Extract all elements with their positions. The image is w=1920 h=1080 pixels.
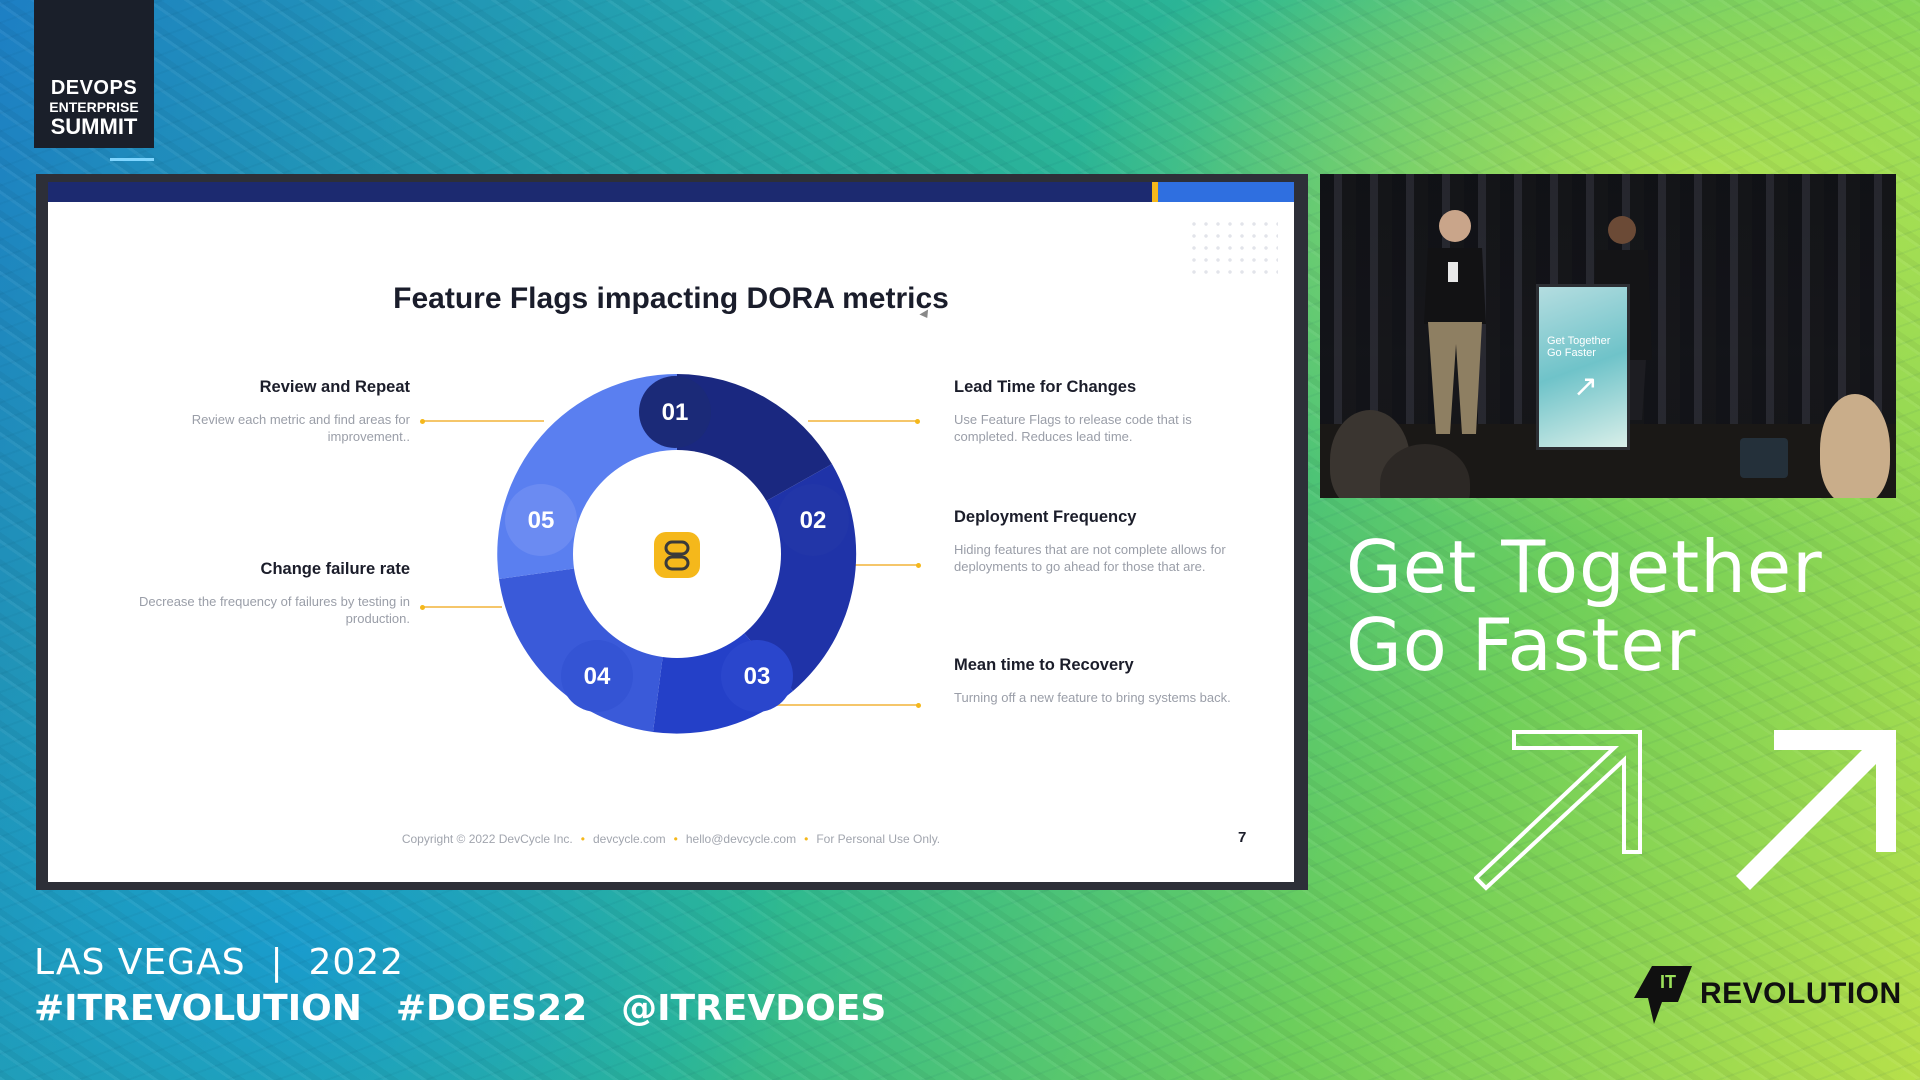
logo-line-1: DEVOPS bbox=[50, 77, 138, 99]
slide-top-accent-blue bbox=[1158, 182, 1294, 202]
event-info: LAS VEGAS | 2022 #ITREVOLUTION #DOES22 @IT… bbox=[34, 940, 920, 1032]
podium-arrow-icon: ↗ bbox=[1573, 369, 1599, 404]
segment-label-05: 05 bbox=[528, 507, 555, 534]
handle-itrevdoes: @ITREVDOES bbox=[621, 988, 887, 1029]
metric-title: Lead Time for Changes bbox=[954, 378, 1137, 396]
outline-arrow-icon bbox=[1474, 730, 1642, 891]
metric-lead-time-for-changes: Lead Time for Changes Use Feature Flags … bbox=[954, 378, 1234, 445]
footer-copyright: Copyright © 2022 DevCycle Inc. bbox=[401, 832, 573, 846]
footer-note: For Personal Use Only. bbox=[816, 832, 941, 846]
segment-label-01: 01 bbox=[662, 399, 689, 426]
event-hashtags: #ITREVOLUTION #DOES22 @ITREVDOES bbox=[34, 986, 920, 1032]
it-revolution-mark-icon: IT bbox=[1634, 966, 1692, 1024]
metric-deployment-frequency: Deployment Frequency Hiding features tha… bbox=[954, 508, 1234, 575]
slide-footer: Copyright © 2022 DevCycle Inc. • devcycle.… bbox=[401, 832, 941, 846]
event-location-year: LAS VEGAS | 2022 bbox=[34, 942, 405, 983]
metric-description: Hiding features that are not complete al… bbox=[954, 542, 1226, 574]
podium-line-2: Go Faster bbox=[1547, 347, 1596, 359]
slide-frame: Feature Flags impacting DORA metrics Rev… bbox=[36, 174, 1308, 890]
logo-underline bbox=[110, 158, 154, 161]
speaker-1 bbox=[1424, 210, 1486, 434]
metric-title: Change failure rate bbox=[260, 560, 410, 578]
podium: Get Together Go Faster ↗ bbox=[1536, 284, 1630, 450]
slide-top-bar bbox=[48, 182, 1294, 202]
dot-pattern bbox=[1188, 218, 1278, 278]
segment-label-03: 03 bbox=[744, 663, 771, 690]
presentation-slide: Feature Flags impacting DORA metrics Rev… bbox=[48, 182, 1294, 882]
footer-email: hello@devcycle.com bbox=[685, 832, 797, 846]
segment-label-02: 02 bbox=[800, 507, 827, 534]
devops-enterprise-summit-logo: DEVOPS ENTERPRISE SUMMIT bbox=[34, 0, 154, 148]
segment-label-04: 04 bbox=[584, 663, 611, 690]
podium-sign-text: Get Together Go Faster bbox=[1547, 335, 1610, 359]
laptop bbox=[1740, 438, 1788, 478]
slide-page-number: 7 bbox=[1238, 829, 1247, 846]
metric-description: Review each metric and find areas for im… bbox=[191, 412, 410, 444]
metric-title: Deployment Frequency bbox=[954, 508, 1137, 526]
event-tagline: Get Together Go Faster bbox=[1346, 528, 1823, 684]
podium-line-1: Get Together bbox=[1547, 335, 1611, 347]
hashtag-does22: #DOES22 bbox=[395, 988, 588, 1029]
metric-mean-time-to-recovery: Mean time to Recovery Turning off a new … bbox=[954, 656, 1234, 706]
metric-change-failure-rate: Change failure rate Decrease the frequen… bbox=[130, 560, 410, 627]
metric-title: Review and Repeat bbox=[259, 378, 410, 396]
hashtag-itrevolution: #ITREVOLUTION bbox=[34, 988, 362, 1029]
metric-description: Decrease the frequency of failures by te… bbox=[139, 594, 410, 626]
solid-arrow-icon bbox=[1736, 730, 1896, 890]
logo-line-3: SUMMIT bbox=[50, 114, 138, 139]
audience-member bbox=[1820, 394, 1890, 498]
slide-title: Feature Flags impacting DORA metrics bbox=[393, 282, 949, 315]
dora-donut-diagram: 01 02 03 04 05 bbox=[497, 374, 857, 734]
footer-site: devcycle.com bbox=[592, 832, 666, 846]
it-mark-text: IT bbox=[1660, 972, 1676, 992]
logo-line-2: ENTERPRISE bbox=[49, 99, 139, 115]
speaker-camera-feed: Get Together Go Faster ↗ bbox=[1320, 174, 1896, 498]
metric-description: Turning off a new feature to bring syste… bbox=[954, 690, 1231, 705]
metric-description: Use Feature Flags to release code that i… bbox=[954, 412, 1192, 444]
metric-review-and-repeat: Review and Repeat Review each metric and… bbox=[130, 378, 410, 445]
it-revolution-wordmark: REVOLUTION bbox=[1700, 977, 1902, 1010]
metric-title: Mean time to Recovery bbox=[954, 656, 1134, 674]
tagline-line-2: Go Faster bbox=[1346, 603, 1697, 687]
tagline-line-1: Get Together bbox=[1346, 525, 1823, 609]
it-revolution-logo: IT REVOLUTION bbox=[1632, 962, 1902, 1026]
